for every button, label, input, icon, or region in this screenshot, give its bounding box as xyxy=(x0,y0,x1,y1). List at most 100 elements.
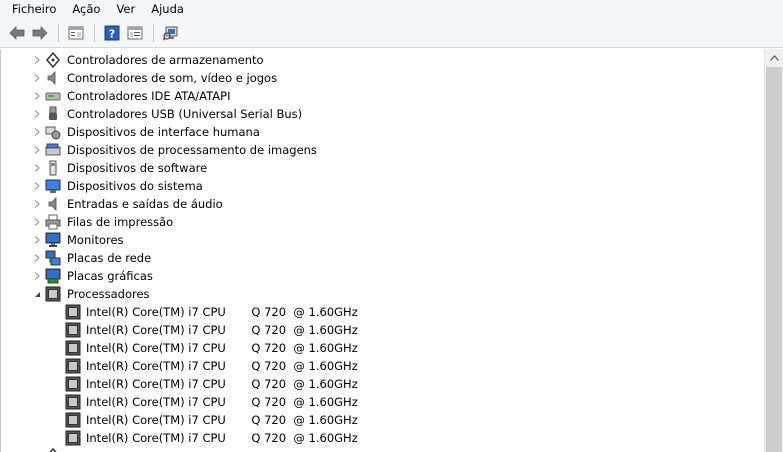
vertical-scrollbar[interactable] xyxy=(764,49,783,452)
imaging-device-icon xyxy=(45,142,61,158)
tree-processor-row[interactable]: Intel(R) Core(TM) i7 CPU Q 720 @ 1.60GHz xyxy=(5,393,760,411)
tree-collapsed-arrow-icon[interactable] xyxy=(33,218,41,226)
tree-collapsed-arrow-icon[interactable] xyxy=(33,56,41,64)
speaker-icon xyxy=(45,70,61,86)
tree-collapsed-arrow-icon[interactable] xyxy=(33,200,41,208)
system-device-icon xyxy=(45,178,61,194)
tree-processor-row[interactable]: Intel(R) Core(TM) i7 CPU Q 720 @ 1.60GHz xyxy=(5,375,760,393)
processor-label: Intel(R) Core(TM) i7 CPU Q 720 @ 1.60GHz xyxy=(86,413,358,427)
hid-icon xyxy=(45,124,61,140)
tree-category-row[interactable]: Monitores xyxy=(5,231,760,249)
help-button[interactable]: ? xyxy=(101,22,123,44)
device-tree-pane: Controladores de armazenamento Controlado… xyxy=(0,49,783,452)
network-adapter-icon xyxy=(45,250,61,266)
tree-category-label: Controladores IDE ATA/ATAPI xyxy=(67,89,231,103)
tree-collapsed-arrow-icon[interactable] xyxy=(33,272,41,280)
tree-processor-row[interactable]: Intel(R) Core(TM) i7 CPU Q 720 @ 1.60GHz xyxy=(5,411,760,429)
tree-collapsed-arrow-icon[interactable] xyxy=(33,128,41,136)
tree-category-label: Placas de rede xyxy=(67,251,152,265)
tree-processor-row[interactable]: Intel(R) Core(TM) i7 CPU Q 720 @ 1.60GHz xyxy=(5,321,760,339)
tree-collapsed-arrow-icon[interactable] xyxy=(33,164,41,172)
tree-category-label: Dispositivos de software xyxy=(67,161,208,175)
forward-button[interactable] xyxy=(29,22,51,44)
tree-processor-row[interactable]: Intel(R) Core(TM) i7 CPU Q 720 @ 1.60GHz xyxy=(5,357,760,375)
processor-icon xyxy=(45,286,61,302)
tree-category-label: Dispositivos do sistema xyxy=(67,179,203,193)
tree-category-row[interactable]: Placas de rede xyxy=(5,249,760,267)
tree-category-row-partial[interactable] xyxy=(5,447,760,452)
tree-category-row[interactable]: Controladores de som, vídeo e jogos xyxy=(5,69,760,87)
processor-icon xyxy=(65,340,81,356)
tree-category-row[interactable]: Controladores USB (Universal Serial Bus) xyxy=(5,105,760,123)
svg-text:?: ? xyxy=(109,28,115,41)
usb-icon xyxy=(45,106,61,122)
menu-view[interactable]: Ver xyxy=(108,0,143,19)
tree-collapsed-arrow-icon[interactable] xyxy=(33,92,41,100)
processor-icon xyxy=(65,412,81,428)
tree-category-label: Dispositivos de processamento de imagens xyxy=(67,143,317,157)
back-button[interactable] xyxy=(6,22,28,44)
tree-category-row[interactable]: Dispositivos do sistema xyxy=(5,177,760,195)
processor-label: Intel(R) Core(TM) i7 CPU Q 720 @ 1.60GHz xyxy=(86,323,358,337)
help-icon: ? xyxy=(104,25,120,41)
tree-category-row[interactable]: Filas de impressão xyxy=(5,213,760,231)
tree-processor-row[interactable]: Intel(R) Core(TM) i7 CPU Q 720 @ 1.60GHz xyxy=(5,303,760,321)
tree-collapsed-arrow-icon[interactable] xyxy=(33,74,41,82)
tree-category-label: Controladores USB (Universal Serial Bus) xyxy=(67,107,303,121)
tree-processor-row[interactable]: Intel(R) Core(TM) i7 CPU Q 720 @ 1.60GHz xyxy=(5,429,760,447)
processor-label: Intel(R) Core(TM) i7 CPU Q 720 @ 1.60GHz xyxy=(86,395,358,409)
properties-button[interactable] xyxy=(65,22,87,44)
back-arrow-icon xyxy=(9,26,25,40)
tree-category-label: Filas de impressão xyxy=(67,215,174,229)
menu-file[interactable]: Ficheiro xyxy=(0,0,64,19)
tree-category-row[interactable]: Processadores xyxy=(5,285,760,303)
tree-category-label: Placas gráficas xyxy=(67,269,153,283)
tree-category-row[interactable]: Dispositivos de software xyxy=(5,159,760,177)
tree-category-row[interactable]: Dispositivos de interface humana xyxy=(5,123,760,141)
menu-help[interactable]: Ajuda xyxy=(143,0,192,19)
view-icon xyxy=(127,26,143,40)
device-tree: Controladores de armazenamento Controlado… xyxy=(5,51,760,452)
tree-collapsed-arrow-icon[interactable] xyxy=(33,146,41,154)
tree-category-row[interactable]: Controladores de armazenamento xyxy=(5,51,760,69)
toolbar-separator xyxy=(94,24,95,42)
toolbar: ? xyxy=(0,19,783,48)
tree-processor-row[interactable]: Intel(R) Core(TM) i7 CPU Q 720 @ 1.60GHz xyxy=(5,339,760,357)
tree-category-row[interactable]: Controladores IDE ATA/ATAPI xyxy=(5,87,760,105)
processor-icon xyxy=(65,304,81,320)
storage-controller-icon xyxy=(45,52,61,68)
tree-category-row[interactable]: Placas gráficas xyxy=(5,267,760,285)
tree-category-label: Monitores xyxy=(67,233,124,247)
tree-collapsed-arrow-icon[interactable] xyxy=(33,110,41,118)
printer-icon xyxy=(45,214,61,230)
tree-collapsed-arrow-icon[interactable] xyxy=(33,182,41,190)
processor-label: Intel(R) Core(TM) i7 CPU Q 720 @ 1.60GHz xyxy=(86,305,358,319)
processor-icon xyxy=(65,322,81,338)
scroll-up-button[interactable] xyxy=(765,49,783,66)
processor-icon xyxy=(65,394,81,410)
processor-label: Intel(R) Core(TM) i7 CPU Q 720 @ 1.60GHz xyxy=(86,359,358,373)
menu-bar: Ficheiro Ação Ver Ajuda xyxy=(0,0,783,19)
tree-category-label: Dispositivos de interface humana xyxy=(67,125,260,139)
tree-collapsed-arrow-icon[interactable] xyxy=(33,254,41,262)
tree-category-label: Processadores xyxy=(67,287,150,301)
view-button[interactable] xyxy=(124,22,146,44)
scan-hardware-icon xyxy=(163,26,178,41)
tree-category-row[interactable]: Entradas e saídas de áudio xyxy=(5,195,760,213)
scroll-thumb[interactable] xyxy=(766,67,782,452)
toolbar-separator xyxy=(58,24,59,42)
processor-icon xyxy=(65,430,81,446)
tree-category-label: Entradas e saídas de áudio xyxy=(67,197,223,211)
tree-expanded-arrow-icon[interactable] xyxy=(33,290,41,298)
scan-hardware-button[interactable] xyxy=(160,22,182,44)
device-icon xyxy=(45,448,61,452)
tree-category-label: Controladores de armazenamento xyxy=(67,53,264,67)
processor-icon xyxy=(65,376,81,392)
tree-collapsed-arrow-icon[interactable] xyxy=(33,236,41,244)
software-device-icon xyxy=(45,160,61,176)
menu-action[interactable]: Ação xyxy=(64,0,108,19)
tree-category-row[interactable]: Dispositivos de processamento de imagens xyxy=(5,141,760,159)
display-adapter-icon xyxy=(45,268,61,284)
forward-arrow-icon xyxy=(32,26,48,40)
processor-label: Intel(R) Core(TM) i7 CPU Q 720 @ 1.60GHz xyxy=(86,341,358,355)
